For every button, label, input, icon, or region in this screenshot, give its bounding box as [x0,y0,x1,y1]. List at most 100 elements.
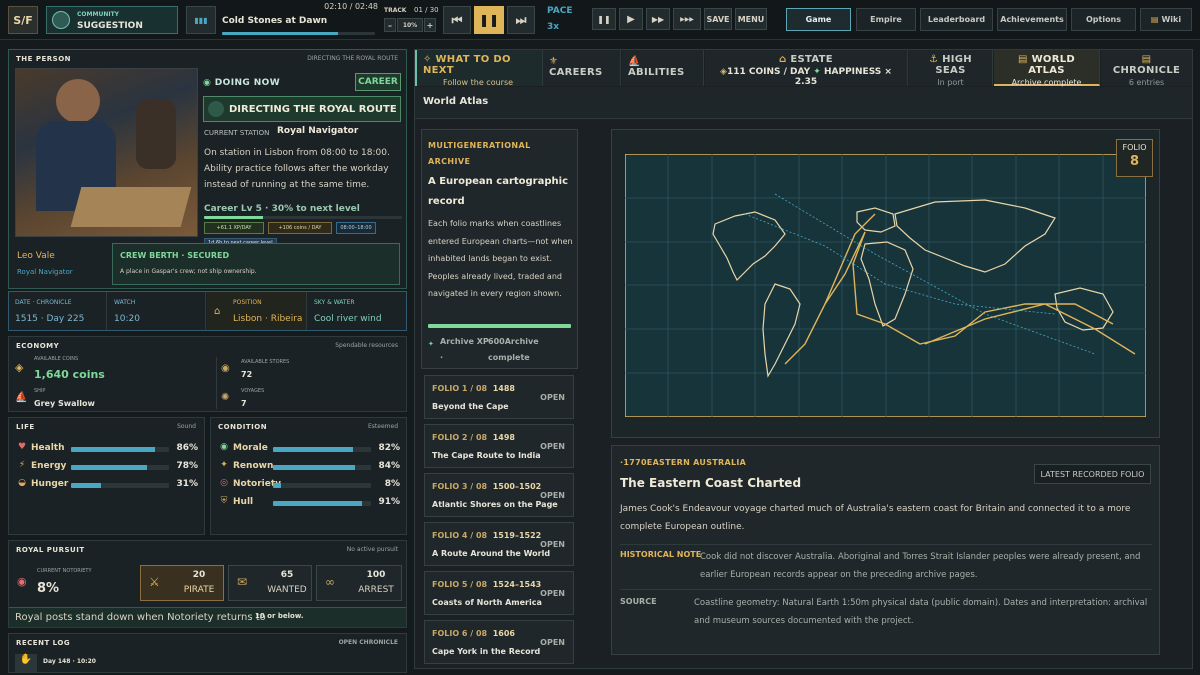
crest-icon: ⚜ [549,56,559,67]
tab-game[interactable]: Game [786,8,851,31]
tab-what-title: ✧ WHAT TO DO NEXT [423,54,536,76]
coins-value: 1,640 coins [34,368,105,381]
condition-value: 84% [378,461,400,471]
next-track-icon[interactable]: ⏭ [507,6,535,34]
voyages-label: VOYAGES [241,388,265,394]
condition-label: Morale [233,443,268,453]
notoriety-label: CURRENT NOTORIETY [37,568,92,574]
tab-careers[interactable]: ⚜ CAREERS [543,50,621,86]
tab-careers-text: CAREERS [549,67,603,78]
tab-abilities[interactable]: ⛵ ABILITIES [622,50,704,86]
folio-title: Atlantic Shores on the Page [432,500,558,509]
tab-world-atlas[interactable]: ▤ WORLD ATLAS Archive complete [994,50,1100,87]
folio-year: 1488 [492,384,515,393]
career-level: Career Lv 5 · 30% to next level [204,204,360,214]
ship-label: SHIP [34,388,46,394]
folio-badge-label: FOLIO [1122,143,1147,152]
activity-title: DIRECTING THE ROYAL ROUTE [229,103,397,115]
folio-item-5[interactable]: FOLIO 5 / 08 1524–1543 Coasts of North A… [424,571,574,615]
life-value: 78% [176,461,198,471]
track-label: TRACK [384,7,407,14]
tab-high-seas[interactable]: ⚓ HIGH SEAS In port [909,50,993,87]
renown-icon: ✦ [220,460,228,470]
voyages-value: 7 [241,399,247,408]
volume-value: 10% [397,18,423,32]
tab-chronicle-text: CHRONICLE [1112,65,1181,76]
tab-what-to-do-next[interactable]: ✧ WHAT TO DO NEXT Follow the course [415,50,543,87]
tab-empire[interactable]: Empire [856,8,916,31]
world-map[interactable] [625,154,1146,417]
life-panel: LIFE Sound ♥ Health 86% ⚡ Energy 78% ◒ Hun… [8,417,205,535]
life-label: Health [31,443,65,453]
notoriety-icon: ◎ [220,478,228,488]
folio-item-3[interactable]: FOLIO 3 / 08 1500–1502 Atlantic Shores o… [424,473,574,517]
folio-item-2[interactable]: FOLIO 2 / 08 1498 The Cape Route to Indi… [424,424,574,468]
tab-atlas-title: ▤ WORLD ATLAS [1000,54,1093,76]
life-bar [71,447,169,452]
pace-fast-icon[interactable]: ▶▶ [646,8,670,30]
crew-title: CREW BERTH · SECURED [120,251,230,260]
condition-label: Hull [233,497,254,507]
volume-up-button[interactable]: + [424,18,436,32]
pursuit-panel: ROYAL PURSUIT No active pursuit ◉ CURREN… [8,540,407,628]
open-book-icon: ▤ [1018,54,1032,65]
pace-pause-icon[interactable]: ❚❚ [592,8,616,30]
folio-item-6[interactable]: FOLIO 6 / 08 1606 Cape York in the Recor… [424,620,574,664]
tab-leaderboard[interactable]: Leaderboard [920,8,993,31]
folio-status: OPEN [540,393,565,402]
watch-label: WATCH [114,299,136,306]
save-button[interactable]: SAVE [704,8,732,30]
menu-button[interactable]: MENU [735,8,767,30]
tab-wiki[interactable]: ▤ Wiki [1140,8,1192,31]
music-bars-icon[interactable]: ▮▮▮ [186,6,216,34]
watch-cell: WATCH 10:20 [108,292,206,330]
pursuit-title: ROYAL PURSUIT [16,546,85,554]
tab-estate-text: ESTATE [790,54,833,65]
community-label: COMMUNITY [77,11,120,18]
pause-icon[interactable]: ❚❚ [474,6,504,34]
music-progress[interactable] [222,32,375,35]
tier-arrest-label: ARREST [358,585,394,595]
pace-play-icon[interactable]: ▶ [619,8,643,30]
stores-label: AVAILABLE STORES [241,359,290,365]
tier-pirate[interactable]: ⚔ 20 PIRATE [140,565,224,601]
archive-title: A European cartographic record [428,176,568,207]
tab-chronicle[interactable]: ▤ CHRONICLE 6 entries [1101,50,1192,87]
info-row: DATE · CHRONICLE 1515 · Day 225 WATCH 10… [8,291,407,331]
tab-estate[interactable]: ⌂ ESTATE ◈111 COINS / DAY ✦ HAPPINESS × … [705,50,908,87]
live-dot-icon: ◉ [203,78,215,88]
open-chronicle-link[interactable]: OPEN CHRONICLE [339,639,398,646]
logo[interactable]: S/F [8,6,38,34]
career-badge[interactable]: CAREER [355,73,401,91]
life-title: LIFE [16,423,35,431]
folio-item-1[interactable]: FOLIO 1 / 08 1488 Beyond the Cape OPEN [424,375,574,419]
folio-status: OPEN [540,540,565,549]
log-title: RECENT LOG [16,639,71,647]
watch-value: 10:20 [114,314,140,324]
tier-arrest[interactable]: ∞ 100 ARREST [316,565,402,601]
source-label: SOURCE [620,597,657,606]
community-suggestion-button[interactable]: COMMUNITY SUGGESTION [46,6,178,34]
activity-banner[interactable]: DIRECTING THE ROYAL ROUTE [203,96,401,122]
tab-what-title-text: WHAT TO DO NEXT [423,54,511,76]
folio-status: OPEN [540,589,565,598]
community-value: SUGGESTION [77,21,143,31]
source-text: Coastline geometry: Natural Earth 1:50m … [694,598,1148,626]
pursuit-note: Royal posts stand down when Notoriety re… [15,612,266,623]
tab-atlas-sub: Archive complete [1011,78,1082,87]
volume-down-button[interactable]: – [384,18,396,32]
person-role: Royal Navigator [17,268,73,276]
condition-row-hull: ⛨ Hull 91% [217,496,402,510]
folio-year: 1498 [492,433,515,442]
tab-achievements[interactable]: Achievements [997,8,1067,31]
latest-folio-button[interactable]: LATEST RECORDED FOLIO [1034,464,1151,484]
position-cell: ⌂ POSITION Lisbon · Ribeira [207,292,307,330]
pace-fastest-icon[interactable]: ▶▶▶ [673,8,701,30]
lightning-icon: ⚡ [18,460,26,470]
folio-item-4[interactable]: FOLIO 4 / 08 1519–1522 A Route Around th… [424,522,574,566]
tier-wanted[interactable]: ✉ 65 WANTED [228,565,312,601]
person-title: THE PERSON [16,55,72,63]
previous-track-icon[interactable]: ⏮ [443,6,471,34]
hull-icon: ⛨ [220,496,228,506]
tab-options[interactable]: Options [1071,8,1136,31]
